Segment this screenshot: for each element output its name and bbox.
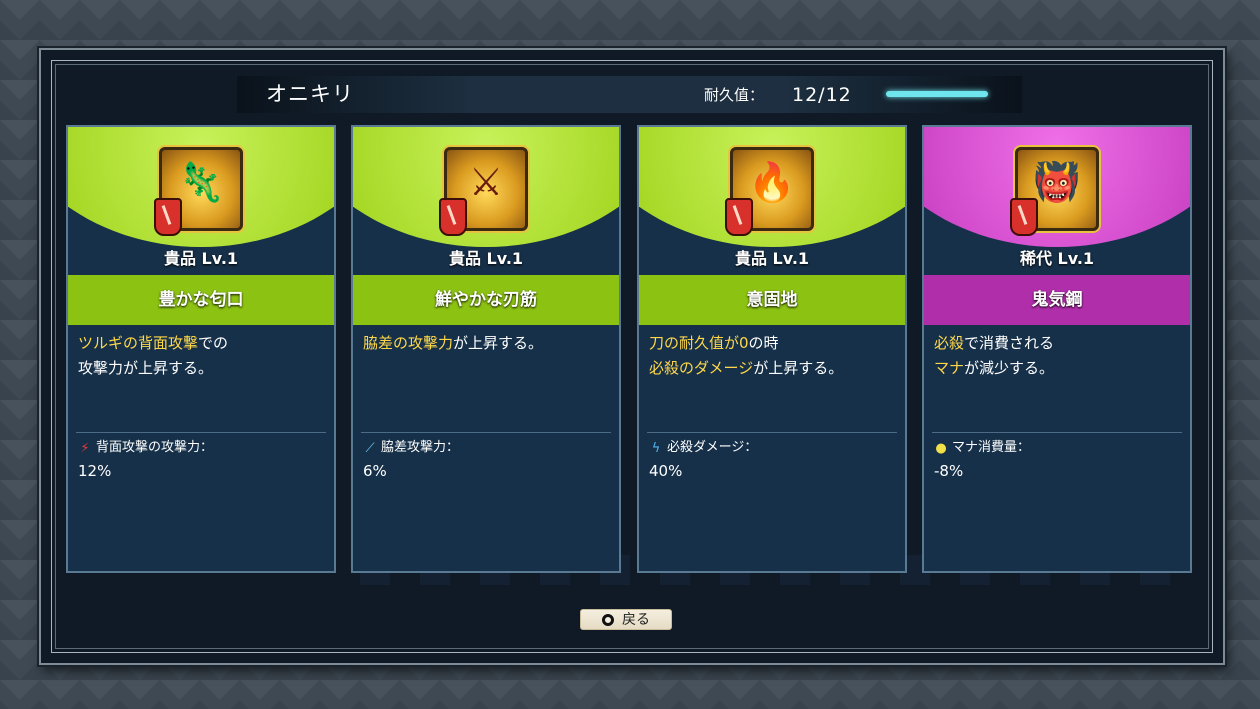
- skill-card-3[interactable]: 🔥 貴品 Lv.1 意固地 刀の耐久值が0の時 必殺のダメージが上昇する。 ϟ …: [637, 125, 907, 573]
- stat-value: 40%: [649, 462, 683, 480]
- rarity-label: 貴品 Lv.1: [448, 249, 524, 268]
- stat-label: マナ消費量：: [952, 440, 1031, 455]
- flame-warrior-character-icon: 🔥: [725, 147, 814, 236]
- skill-description: 必殺で消費される マナが減少する。: [934, 331, 1180, 381]
- stat-label: 背面攻撃の攻撃力：: [96, 440, 214, 455]
- stat-value: -8%: [934, 462, 964, 480]
- desc-text: 攻撃力が上昇する。: [78, 359, 214, 377]
- rarity-label: 貴品 Lv.1: [163, 249, 239, 268]
- dagger-icon: ⟋: [365, 440, 375, 456]
- skill-description: 脇差の攻撃力が上昇する。: [363, 331, 609, 356]
- desc-highlight: 刀の耐久值が0: [649, 334, 749, 352]
- oni-character-icon: 👹: [1010, 147, 1099, 236]
- stat-label-row: ● マナ消費量：: [934, 438, 1030, 458]
- stat-value: 12%: [78, 462, 112, 480]
- skill-card-2[interactable]: ⚔ 貴品 Lv.1 鮮やかな刃筋 脇差の攻撃力が上昇する。 ⟋ 脇差攻撃力： 6…: [351, 125, 621, 573]
- stat-label-row: ϟ 必殺ダメージ：: [649, 438, 758, 458]
- durability-label: 耐久值：: [704, 86, 765, 104]
- skill-card-1[interactable]: 🦎 貴品 Lv.1 豊かな匂口 ツルギの背面攻撃での 攻撃力が上昇する。 ⚡ 背…: [66, 125, 336, 573]
- desc-text: で消費される: [964, 334, 1055, 352]
- lizard-character-icon: 🦎: [154, 147, 243, 236]
- desc-highlight: 必殺のダメージ: [649, 359, 754, 377]
- divider: [361, 432, 611, 433]
- sword-shield-icon: [1010, 198, 1038, 236]
- back-label: 戻る: [622, 611, 650, 628]
- skill-name: 豊かな匂口: [68, 275, 334, 325]
- gourd-icon: ●: [935, 440, 947, 456]
- desc-text: が上昇する。: [753, 359, 844, 377]
- desc-text: が上昇する。: [453, 334, 544, 352]
- claw-icon: ⚡: [80, 440, 90, 456]
- weapon-name: オニキリ: [266, 82, 354, 106]
- skill-description: ツルギの背面攻撃での 攻撃力が上昇する。: [78, 331, 324, 381]
- samurai-character-icon: ⚔: [439, 147, 528, 236]
- desc-highlight: 必殺: [934, 334, 965, 352]
- divider: [76, 432, 326, 433]
- rarity-label: 貴品 Lv.1: [734, 249, 810, 268]
- rarity-label: 稀代 Lv.1: [1019, 249, 1095, 268]
- stat-label: 必殺ダメージ：: [667, 440, 758, 455]
- sword-shield-icon: [154, 198, 182, 236]
- durability-bar: [886, 91, 988, 97]
- desc-highlight: 脇差の攻撃力: [363, 334, 454, 352]
- durability-bar-fill: [886, 91, 988, 97]
- desc-text: の時: [748, 334, 779, 352]
- desc-text: が減少する。: [964, 359, 1055, 377]
- back-button[interactable]: 戻る: [580, 609, 672, 630]
- desc-text: での: [198, 334, 229, 352]
- desc-highlight: マナ: [934, 359, 965, 377]
- stat-label-row: ⚡ 背面攻撃の攻撃力：: [78, 438, 213, 458]
- skill-name: 鬼気鋼: [924, 275, 1190, 325]
- sword-shield-icon: [439, 198, 467, 236]
- skill-card-4[interactable]: 👹 稀代 Lv.1 鬼気鋼 必殺で消費される マナが減少する。 ● マナ消費量：…: [922, 125, 1192, 573]
- stat-label: 脇差攻撃力：: [381, 440, 460, 455]
- divider: [932, 432, 1182, 433]
- skill-name: 意固地: [639, 275, 905, 325]
- skill-name: 鮮やかな刃筋: [353, 275, 619, 325]
- durability-value: 12/12: [792, 84, 852, 106]
- divider: [647, 432, 897, 433]
- stat-value: 6%: [363, 462, 387, 480]
- skill-description: 刀の耐久值が0の時 必殺のダメージが上昇する。: [649, 331, 895, 381]
- stat-label-row: ⟋ 脇差攻撃力：: [363, 438, 459, 458]
- circle-button-icon: [602, 613, 614, 626]
- sword-shield-icon: [725, 198, 753, 236]
- desc-highlight: ツルギの背面攻撃: [78, 334, 199, 352]
- lightning-icon: ϟ: [651, 440, 661, 456]
